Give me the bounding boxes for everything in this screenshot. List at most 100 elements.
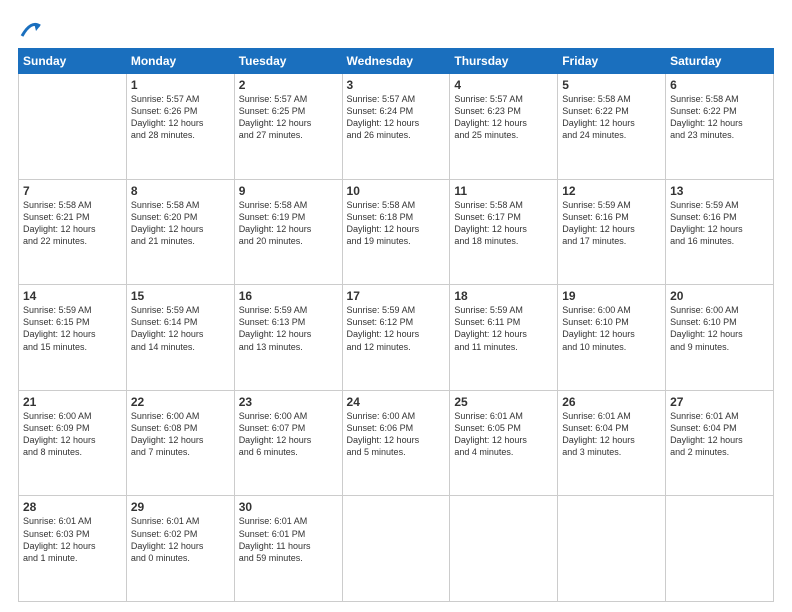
day-number: 6: [670, 78, 769, 92]
calendar-cell: [666, 496, 774, 602]
day-info: Sunrise: 6:00 AM Sunset: 6:09 PM Dayligh…: [23, 410, 122, 459]
calendar-cell: 19Sunrise: 6:00 AM Sunset: 6:10 PM Dayli…: [558, 285, 666, 391]
header: [18, 18, 774, 40]
logo: [18, 18, 42, 40]
calendar-cell: [450, 496, 558, 602]
day-info: Sunrise: 6:00 AM Sunset: 6:07 PM Dayligh…: [239, 410, 338, 459]
day-info: Sunrise: 5:59 AM Sunset: 6:16 PM Dayligh…: [670, 199, 769, 248]
calendar-cell: [19, 74, 127, 180]
day-number: 9: [239, 184, 338, 198]
day-info: Sunrise: 5:57 AM Sunset: 6:24 PM Dayligh…: [347, 93, 446, 142]
day-info: Sunrise: 5:57 AM Sunset: 6:25 PM Dayligh…: [239, 93, 338, 142]
calendar-week-row: 1Sunrise: 5:57 AM Sunset: 6:26 PM Daylig…: [19, 74, 774, 180]
weekday-header-saturday: Saturday: [666, 49, 774, 74]
calendar-cell: 22Sunrise: 6:00 AM Sunset: 6:08 PM Dayli…: [126, 390, 234, 496]
day-info: Sunrise: 5:58 AM Sunset: 6:21 PM Dayligh…: [23, 199, 122, 248]
weekday-header-sunday: Sunday: [19, 49, 127, 74]
day-info: Sunrise: 6:00 AM Sunset: 6:10 PM Dayligh…: [670, 304, 769, 353]
calendar-cell: [342, 496, 450, 602]
day-info: Sunrise: 5:59 AM Sunset: 6:12 PM Dayligh…: [347, 304, 446, 353]
day-info: Sunrise: 6:00 AM Sunset: 6:08 PM Dayligh…: [131, 410, 230, 459]
calendar-cell: 25Sunrise: 6:01 AM Sunset: 6:05 PM Dayli…: [450, 390, 558, 496]
day-info: Sunrise: 6:01 AM Sunset: 6:05 PM Dayligh…: [454, 410, 553, 459]
day-number: 27: [670, 395, 769, 409]
day-number: 1: [131, 78, 230, 92]
calendar-cell: 3Sunrise: 5:57 AM Sunset: 6:24 PM Daylig…: [342, 74, 450, 180]
calendar-cell: 11Sunrise: 5:58 AM Sunset: 6:17 PM Dayli…: [450, 179, 558, 285]
day-number: 20: [670, 289, 769, 303]
calendar-cell: 6Sunrise: 5:58 AM Sunset: 6:22 PM Daylig…: [666, 74, 774, 180]
calendar-cell: 1Sunrise: 5:57 AM Sunset: 6:26 PM Daylig…: [126, 74, 234, 180]
day-number: 24: [347, 395, 446, 409]
day-number: 18: [454, 289, 553, 303]
day-number: 21: [23, 395, 122, 409]
calendar-week-row: 14Sunrise: 5:59 AM Sunset: 6:15 PM Dayli…: [19, 285, 774, 391]
day-info: Sunrise: 6:00 AM Sunset: 6:06 PM Dayligh…: [347, 410, 446, 459]
day-number: 13: [670, 184, 769, 198]
calendar-cell: 27Sunrise: 6:01 AM Sunset: 6:04 PM Dayli…: [666, 390, 774, 496]
weekday-header-thursday: Thursday: [450, 49, 558, 74]
day-info: Sunrise: 5:58 AM Sunset: 6:18 PM Dayligh…: [347, 199, 446, 248]
calendar-table: SundayMondayTuesdayWednesdayThursdayFrid…: [18, 48, 774, 602]
calendar-cell: 14Sunrise: 5:59 AM Sunset: 6:15 PM Dayli…: [19, 285, 127, 391]
day-number: 17: [347, 289, 446, 303]
calendar-cell: 23Sunrise: 6:00 AM Sunset: 6:07 PM Dayli…: [234, 390, 342, 496]
calendar-cell: 21Sunrise: 6:00 AM Sunset: 6:09 PM Dayli…: [19, 390, 127, 496]
day-info: Sunrise: 6:01 AM Sunset: 6:03 PM Dayligh…: [23, 515, 122, 564]
calendar-cell: 20Sunrise: 6:00 AM Sunset: 6:10 PM Dayli…: [666, 285, 774, 391]
day-number: 4: [454, 78, 553, 92]
calendar-cell: [558, 496, 666, 602]
day-number: 28: [23, 500, 122, 514]
day-info: Sunrise: 6:01 AM Sunset: 6:04 PM Dayligh…: [562, 410, 661, 459]
day-info: Sunrise: 5:59 AM Sunset: 6:14 PM Dayligh…: [131, 304, 230, 353]
day-info: Sunrise: 5:58 AM Sunset: 6:22 PM Dayligh…: [670, 93, 769, 142]
calendar-cell: 24Sunrise: 6:00 AM Sunset: 6:06 PM Dayli…: [342, 390, 450, 496]
calendar-cell: 17Sunrise: 5:59 AM Sunset: 6:12 PM Dayli…: [342, 285, 450, 391]
calendar-cell: 28Sunrise: 6:01 AM Sunset: 6:03 PM Dayli…: [19, 496, 127, 602]
day-number: 22: [131, 395, 230, 409]
day-number: 5: [562, 78, 661, 92]
day-info: Sunrise: 5:57 AM Sunset: 6:26 PM Dayligh…: [131, 93, 230, 142]
weekday-header-monday: Monday: [126, 49, 234, 74]
day-number: 3: [347, 78, 446, 92]
day-number: 8: [131, 184, 230, 198]
calendar-week-row: 7Sunrise: 5:58 AM Sunset: 6:21 PM Daylig…: [19, 179, 774, 285]
page: SundayMondayTuesdayWednesdayThursdayFrid…: [0, 0, 792, 612]
day-info: Sunrise: 5:59 AM Sunset: 6:16 PM Dayligh…: [562, 199, 661, 248]
day-info: Sunrise: 5:57 AM Sunset: 6:23 PM Dayligh…: [454, 93, 553, 142]
day-info: Sunrise: 5:59 AM Sunset: 6:13 PM Dayligh…: [239, 304, 338, 353]
calendar-cell: 10Sunrise: 5:58 AM Sunset: 6:18 PM Dayli…: [342, 179, 450, 285]
calendar-cell: 15Sunrise: 5:59 AM Sunset: 6:14 PM Dayli…: [126, 285, 234, 391]
day-info: Sunrise: 5:58 AM Sunset: 6:22 PM Dayligh…: [562, 93, 661, 142]
day-number: 23: [239, 395, 338, 409]
day-info: Sunrise: 5:59 AM Sunset: 6:11 PM Dayligh…: [454, 304, 553, 353]
logo-icon: [20, 18, 42, 40]
day-info: Sunrise: 5:58 AM Sunset: 6:20 PM Dayligh…: [131, 199, 230, 248]
day-number: 10: [347, 184, 446, 198]
day-info: Sunrise: 5:59 AM Sunset: 6:15 PM Dayligh…: [23, 304, 122, 353]
calendar-cell: 12Sunrise: 5:59 AM Sunset: 6:16 PM Dayli…: [558, 179, 666, 285]
calendar-cell: 26Sunrise: 6:01 AM Sunset: 6:04 PM Dayli…: [558, 390, 666, 496]
day-info: Sunrise: 6:01 AM Sunset: 6:02 PM Dayligh…: [131, 515, 230, 564]
day-number: 14: [23, 289, 122, 303]
calendar-cell: 29Sunrise: 6:01 AM Sunset: 6:02 PM Dayli…: [126, 496, 234, 602]
day-number: 26: [562, 395, 661, 409]
day-number: 16: [239, 289, 338, 303]
day-info: Sunrise: 6:01 AM Sunset: 6:01 PM Dayligh…: [239, 515, 338, 564]
weekday-header-friday: Friday: [558, 49, 666, 74]
day-info: Sunrise: 5:58 AM Sunset: 6:19 PM Dayligh…: [239, 199, 338, 248]
calendar-cell: 16Sunrise: 5:59 AM Sunset: 6:13 PM Dayli…: [234, 285, 342, 391]
day-info: Sunrise: 6:01 AM Sunset: 6:04 PM Dayligh…: [670, 410, 769, 459]
day-info: Sunrise: 5:58 AM Sunset: 6:17 PM Dayligh…: [454, 199, 553, 248]
calendar-week-row: 28Sunrise: 6:01 AM Sunset: 6:03 PM Dayli…: [19, 496, 774, 602]
day-number: 2: [239, 78, 338, 92]
calendar-cell: 2Sunrise: 5:57 AM Sunset: 6:25 PM Daylig…: [234, 74, 342, 180]
calendar-week-row: 21Sunrise: 6:00 AM Sunset: 6:09 PM Dayli…: [19, 390, 774, 496]
weekday-header-wednesday: Wednesday: [342, 49, 450, 74]
calendar-cell: 13Sunrise: 5:59 AM Sunset: 6:16 PM Dayli…: [666, 179, 774, 285]
calendar-cell: 7Sunrise: 5:58 AM Sunset: 6:21 PM Daylig…: [19, 179, 127, 285]
calendar-cell: 4Sunrise: 5:57 AM Sunset: 6:23 PM Daylig…: [450, 74, 558, 180]
calendar-cell: 18Sunrise: 5:59 AM Sunset: 6:11 PM Dayli…: [450, 285, 558, 391]
calendar-cell: 30Sunrise: 6:01 AM Sunset: 6:01 PM Dayli…: [234, 496, 342, 602]
day-number: 15: [131, 289, 230, 303]
